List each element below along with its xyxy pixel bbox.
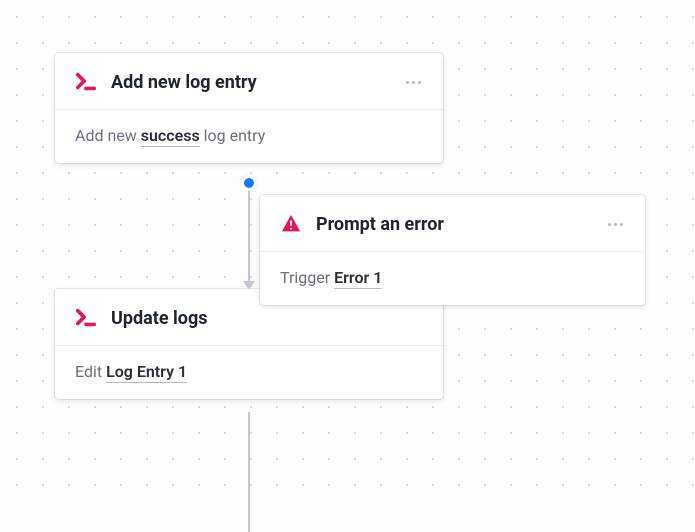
flow-node-add-log[interactable]: Add new log entry Add new success log en… (55, 53, 443, 163)
flow-connector (248, 412, 250, 532)
node-body: Add new success log entry (55, 110, 443, 163)
body-token: success (141, 126, 200, 147)
flow-node-update-logs[interactable]: Update logs Edit Log Entry 1 (55, 289, 443, 399)
node-body: Trigger Error 1 (260, 252, 645, 305)
body-text: log entry (200, 126, 266, 145)
body-text: Trigger (280, 268, 334, 287)
node-more-button[interactable] (404, 79, 423, 86)
node-title: Add new log entry (111, 72, 404, 93)
node-more-button[interactable] (606, 221, 625, 228)
body-token: Log Entry 1 (106, 362, 187, 383)
node-header: Prompt an error (260, 195, 645, 251)
node-title: Update logs (111, 308, 423, 329)
node-body: Edit Log Entry 1 (55, 346, 443, 399)
body-text: Edit (75, 362, 106, 381)
node-header: Add new log entry (55, 53, 443, 109)
warning-icon (280, 213, 302, 235)
node-title: Prompt an error (316, 214, 606, 235)
terminal-icon (75, 307, 97, 329)
flow-node-prompt-error[interactable]: Prompt an error Trigger Error 1 (260, 195, 645, 305)
body-text: Add new (75, 126, 141, 145)
body-token: Error 1 (334, 268, 382, 289)
connector-handle[interactable] (241, 175, 257, 191)
flow-connector (248, 176, 250, 289)
terminal-icon (75, 71, 97, 93)
